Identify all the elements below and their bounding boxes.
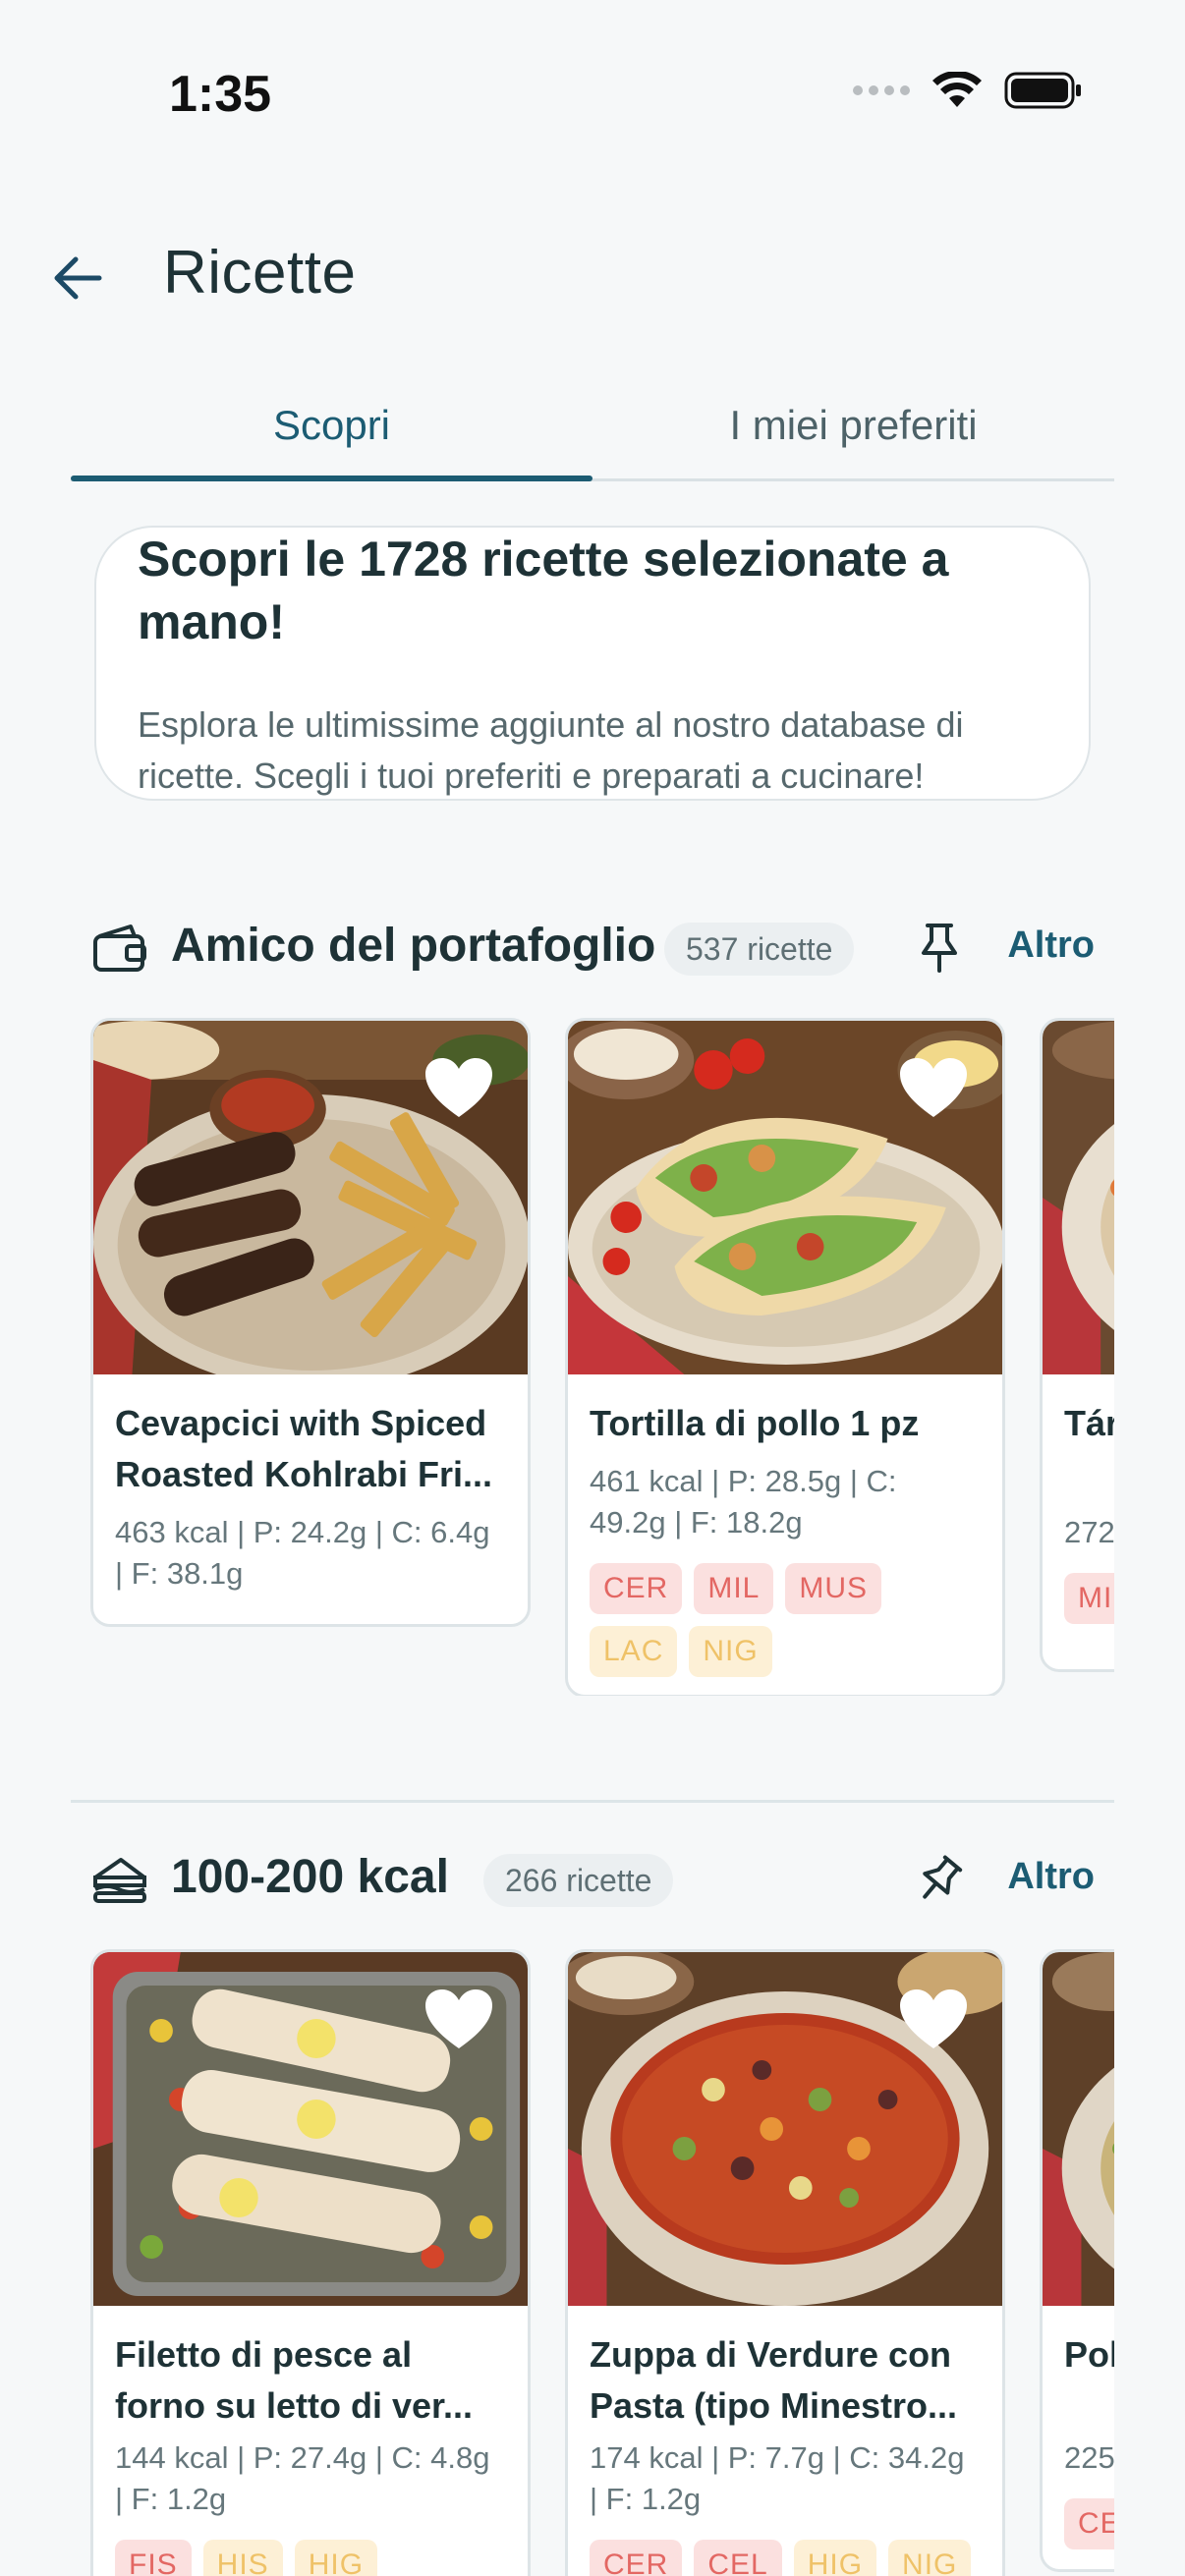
allergen-tags: CE	[1064, 2498, 1114, 2549]
allergen-tags: CER CEL HIG NIG	[590, 2540, 981, 2576]
favorite-heart-icon[interactable]	[898, 1056, 969, 1121]
recipe-card[interactable]: Tortilla di pollo 1 pz 461 kcal | P: 28.…	[565, 1018, 1005, 1696]
tab-discover[interactable]: Scopri	[71, 373, 592, 477]
section-header-budget: Amico del portafoglio 537 ricette Altro	[90, 909, 1095, 987]
section-divider	[71, 1800, 1114, 1803]
allergen-tag: NIG	[689, 1626, 772, 1677]
recipe-title: Pol For	[1064, 2334, 1114, 2375]
pin-button[interactable]	[910, 1850, 969, 1909]
recipe-carousel-kcal: Filetto di pesce al forno su letto di ve…	[90, 1949, 1114, 2576]
allergen-tag: MI	[1064, 1573, 1114, 1624]
recipe-title: Zuppa di Verdure con Pasta (tipo Minestr…	[590, 2334, 958, 2426]
recipe-macros: 225 30.4	[1064, 2440, 1114, 2475]
section-header-kcal: 100-200 kcal 266 ricette Altro	[90, 1840, 1095, 1919]
recipe-macros: 463 kcal | P: 24.2g | C: 6.4g | F: 38.1g	[115, 1515, 490, 1591]
recipe-count-badge: 266 ricette	[483, 1854, 674, 1907]
tab-favorites[interactable]: I miei preferiti	[592, 373, 1114, 477]
app-header: Ricette	[0, 226, 1185, 324]
recipe-title: Tár Zöl	[1064, 1403, 1114, 1443]
recipe-image	[568, 1952, 1002, 2306]
recipe-image	[93, 1952, 528, 2306]
more-link[interactable]: Altro	[1007, 924, 1095, 967]
recipe-card[interactable]: Pol For 225 30.4 CE	[1040, 1949, 1114, 2572]
recipe-card[interactable]: Zuppa di Verdure con Pasta (tipo Minestr…	[565, 1949, 1005, 2576]
allergen-tag: CER	[590, 2540, 683, 2576]
recipe-image	[1043, 1021, 1114, 1374]
allergen-tag: NIG	[888, 2540, 972, 2576]
allergen-tag: MIL	[694, 1563, 774, 1614]
allergen-tag: HIS	[202, 2540, 283, 2576]
allergen-tag: MUS	[785, 1563, 882, 1614]
recipe-card[interactable]: Tár Zöl 272 13.2 MI	[1040, 1018, 1114, 1672]
intro-card: Scopri le 1728 ricette selezionate a man…	[94, 526, 1091, 801]
allergen-tag: CER	[590, 1563, 683, 1614]
recipe-image	[568, 1021, 1002, 1374]
allergen-tags: CER MIL MUS LAC NIG	[590, 1563, 981, 1677]
sandwich-icon	[90, 1852, 149, 1907]
tab-bar: Scopri I miei preferiti	[71, 373, 1114, 481]
favorite-heart-icon[interactable]	[423, 1988, 494, 2052]
allergen-tag: HIG	[294, 2540, 378, 2576]
wifi-icon	[932, 72, 982, 107]
allergen-tag: CEL	[694, 2540, 782, 2576]
status-icons	[853, 71, 1083, 110]
favorite-heart-icon[interactable]	[423, 1056, 494, 1121]
status-bar: 1:35	[0, 0, 1185, 196]
allergen-tags: MI	[1064, 1573, 1114, 1624]
recipe-image	[1043, 1952, 1114, 2306]
recipe-title: Tortilla di pollo 1 pz	[590, 1403, 920, 1443]
active-tab-indicator	[71, 476, 592, 481]
page-title: Ricette	[163, 239, 357, 307]
recipe-macros: 174 kcal | P: 7.7g | C: 34.2g | F: 1.2g	[590, 2440, 965, 2516]
status-time: 1:35	[169, 66, 272, 123]
pin-outline-icon	[923, 1855, 963, 1899]
back-button[interactable]	[43, 244, 112, 312]
allergen-tag: HIG	[793, 2540, 877, 2576]
favorite-heart-icon[interactable]	[898, 1988, 969, 2052]
arrow-left-icon	[54, 256, 102, 300]
pin-icon	[922, 924, 957, 973]
intro-description: Esplora le ultimissime aggiunte al nostr…	[138, 704, 964, 796]
allergen-tag: CE	[1064, 2498, 1114, 2549]
recipe-card[interactable]: Cevapcici with Spiced Roasted Kohlrabi F…	[90, 1018, 531, 1627]
recipe-title: Filetto di pesce al forno su letto di ve…	[115, 2334, 474, 2426]
pin-button[interactable]	[910, 919, 969, 978]
battery-icon	[1004, 72, 1081, 109]
allergen-tag: LAC	[590, 1626, 678, 1677]
more-link[interactable]: Altro	[1007, 1856, 1095, 1898]
intro-title: Scopri le 1728 ricette selezionate a man…	[138, 532, 949, 649]
recipe-macros: 461 kcal | P: 28.5g | C: 49.2g | F: 18.2…	[590, 1464, 897, 1540]
recipe-title: Cevapcici with Spiced Roasted Kohlrabi F…	[115, 1403, 493, 1494]
recipe-carousel-budget: Cevapcici with Spiced Roasted Kohlrabi F…	[90, 1018, 1114, 1696]
recipe-card[interactable]: Filetto di pesce al forno su letto di ve…	[90, 1949, 531, 2576]
section-title: Amico del portafoglio	[171, 920, 656, 972]
recipe-image	[93, 1021, 528, 1374]
allergen-tag: FIS	[115, 2540, 192, 2576]
allergen-tags: FIS HIS HIG	[115, 2540, 506, 2576]
section-title: 100-200 kcal	[171, 1851, 449, 1903]
recipe-macros: 144 kcal | P: 27.4g | C: 4.8g | F: 1.2g	[115, 2440, 490, 2516]
recipe-count-badge: 537 ricette	[664, 923, 855, 976]
cellular-signal-icon	[853, 85, 910, 95]
recipe-macros: 272 13.2	[1064, 1515, 1114, 1549]
wallet-icon	[90, 921, 149, 976]
